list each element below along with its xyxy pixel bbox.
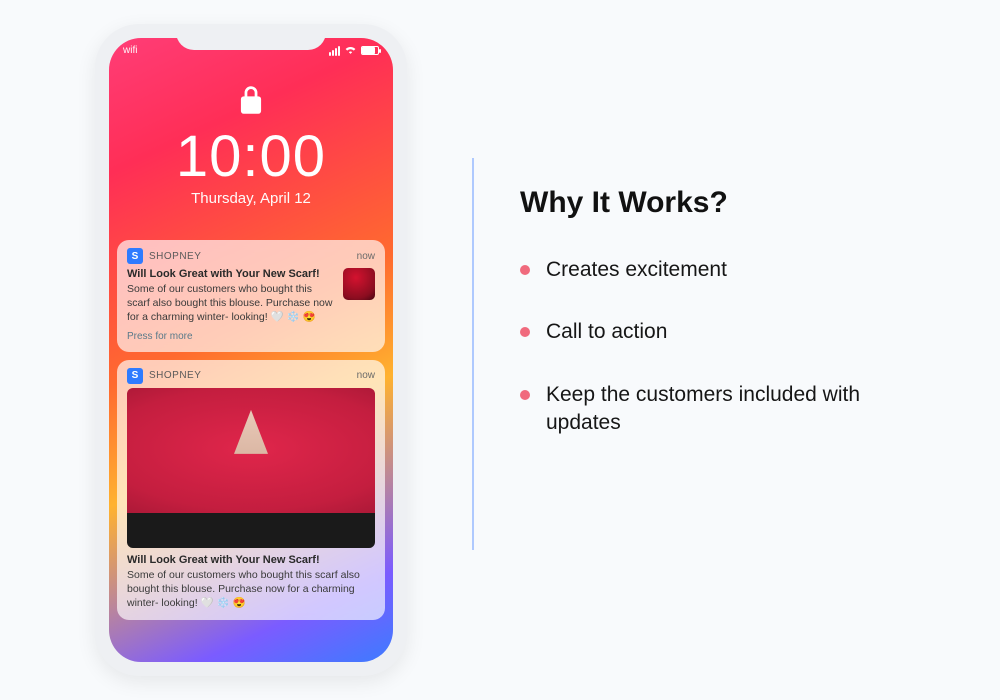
app-icon: S <box>127 248 143 264</box>
bullet-list: Creates excitement Call to action Keep t… <box>520 256 920 437</box>
lock-date: Thursday, April 12 <box>109 190 393 207</box>
list-item: Creates excitement <box>520 256 920 284</box>
notification-list: S SHOPNEY now Will Look Great with Your … <box>117 240 385 620</box>
notification-card[interactable]: S SHOPNEY now Will Look Great with Your … <box>117 240 385 352</box>
bullet-dot-icon <box>520 327 530 337</box>
bullet-text: Creates excitement <box>546 256 727 284</box>
status-left: wifi <box>123 45 137 56</box>
info-panel: Why It Works? Creates excitement Call to… <box>520 186 920 471</box>
notification-thumbnail <box>343 268 375 300</box>
app-name: SHOPNEY <box>149 370 201 381</box>
lock-time: 10:00 <box>109 128 393 186</box>
notification-time: now <box>357 370 375 381</box>
notification-body: Some of our customers who bought this sc… <box>127 568 375 611</box>
lock-icon <box>240 86 262 114</box>
phone-notch <box>176 24 326 50</box>
cellular-icon <box>329 46 340 56</box>
notification-body: Some of our customers who bought this sc… <box>127 282 335 325</box>
notification-title: Will Look Great with Your New Scarf! <box>127 268 335 280</box>
notification-title: Will Look Great with Your New Scarf! <box>127 554 375 566</box>
app-name: SHOPNEY <box>149 251 201 262</box>
bullet-dot-icon <box>520 390 530 400</box>
notification-hero-image <box>127 388 375 548</box>
app-icon: S <box>127 368 143 384</box>
notification-card[interactable]: S SHOPNEY now Will Look Great with Your … <box>117 360 385 621</box>
phone-frame: wifi 10:00 Thursday, April 12 <box>95 24 407 676</box>
list-item: Keep the customers included with updates <box>520 381 920 438</box>
bullet-dot-icon <box>520 265 530 275</box>
phone-screen: wifi 10:00 Thursday, April 12 <box>109 38 393 662</box>
list-item: Call to action <box>520 318 920 346</box>
bullet-text: Keep the customers included with updates <box>546 381 920 438</box>
phone-mockup: wifi 10:00 Thursday, April 12 <box>95 24 407 676</box>
bullet-text: Call to action <box>546 318 667 346</box>
status-right <box>329 44 379 57</box>
section-heading: Why It Works? <box>520 186 920 220</box>
wifi-icon <box>344 44 357 57</box>
press-for-more[interactable]: Press for more <box>127 331 375 342</box>
vertical-divider <box>472 158 474 550</box>
lock-screen-header: 10:00 Thursday, April 12 <box>109 38 393 207</box>
notification-time: now <box>357 251 375 262</box>
battery-icon <box>361 46 379 55</box>
